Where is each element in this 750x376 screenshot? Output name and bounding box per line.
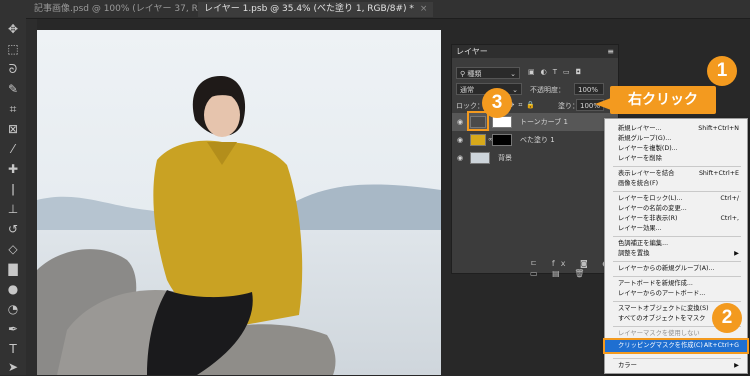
eraser-tool-icon[interactable]: ◇ bbox=[4, 240, 22, 258]
menu-item-new-artboard[interactable]: アートボードを新規作成... bbox=[605, 279, 747, 289]
menu-separator bbox=[613, 301, 741, 302]
menu-item-merge-visible[interactable]: 表示レイヤーを結合 Shift+Ctrl+E bbox=[605, 169, 747, 179]
menu-item-group-from-layers[interactable]: レイヤーからの新規グループ(A)... bbox=[605, 264, 747, 274]
menu-separator bbox=[613, 276, 741, 277]
menu-separator bbox=[613, 261, 741, 262]
menu-item-delete-layer[interactable]: レイヤーを削除 bbox=[605, 154, 747, 164]
callout-arrow bbox=[595, 98, 611, 110]
right-click-callout: 右クリック bbox=[610, 86, 716, 114]
menu-separator bbox=[613, 191, 741, 192]
pen-tool-icon[interactable]: ✒ bbox=[4, 320, 22, 338]
panel-menu-icon[interactable]: ≡ bbox=[603, 45, 614, 58]
menu-separator bbox=[613, 166, 741, 167]
layer-name[interactable]: 背景 bbox=[498, 149, 512, 167]
marquee-tool-icon[interactable]: ⬚ bbox=[4, 40, 22, 58]
menu-item-hide-layer[interactable]: レイヤーを非表示(R) Ctrl+, bbox=[605, 214, 747, 224]
layer-name[interactable]: べた塗り 1 bbox=[520, 131, 555, 149]
chevron-down-icon: ⌄ bbox=[510, 70, 516, 78]
dodge-tool-icon[interactable]: ◔ bbox=[4, 300, 22, 318]
opacity-value: 100% bbox=[578, 86, 599, 94]
panel-title: レイヤー bbox=[456, 47, 488, 56]
layer-mask-thumbnail bbox=[492, 134, 512, 146]
menu-item-new-layer[interactable]: 新規レイヤー... Shift+Ctrl+N bbox=[605, 124, 747, 134]
layer-row-background[interactable]: ◉ 背景 bbox=[452, 149, 618, 167]
opacity-label: 不透明度： bbox=[530, 86, 565, 94]
menu-item-new-group[interactable]: 新規グループ(G)... bbox=[605, 134, 747, 144]
tools-panel: ✥ ⬚ ᘐ ✎ ⌗ ⊠ ⁄ ✚ ǀ ⊥ ↺ ◇ ▇ ● ◔ ✒ T ➤ bbox=[0, 0, 27, 375]
tab-document-2[interactable]: レイヤー 1.psb @ 35.4% (べた塗り 1, RGB/8#) * × bbox=[198, 2, 434, 17]
menu-item-layer-effects[interactable]: レイヤー効果... bbox=[605, 224, 747, 234]
healing-brush-icon[interactable]: ✚ bbox=[4, 160, 22, 178]
chevron-down-icon: ⌄ bbox=[512, 86, 518, 94]
layer-name[interactable]: トーンカーブ 1 bbox=[520, 113, 568, 131]
vertical-ruler bbox=[26, 19, 37, 375]
canvas-photo[interactable] bbox=[37, 30, 441, 375]
filter-kind-value: 種類 bbox=[467, 70, 482, 78]
quick-select-tool-icon[interactable]: ✎ bbox=[4, 80, 22, 98]
lasso-tool-icon[interactable]: ᘐ bbox=[4, 60, 22, 78]
menu-item-replace-adjustment[interactable]: 調整を置換 ▶ bbox=[605, 249, 747, 259]
layers-panel: レイヤー ≡ ⚲ 種類 ⌄ ▣◐T▭◘ 通常 ⌄ 不透明度： 100% ロック： ▧✎… bbox=[451, 44, 619, 278]
history-brush-icon[interactable]: ↺ bbox=[4, 220, 22, 238]
path-select-tool-icon[interactable]: ➤ bbox=[4, 358, 22, 376]
eyedropper-tool-icon[interactable]: ⁄ bbox=[4, 140, 22, 158]
step-badge-1: 1 bbox=[707, 56, 737, 86]
gradient-tool-icon[interactable]: ▇ bbox=[4, 260, 22, 278]
menu-item-artboard-from-layers[interactable]: レイヤーからのアートボード... bbox=[605, 289, 747, 299]
move-tool-icon[interactable]: ✥ bbox=[4, 20, 22, 38]
blend-mode-value: 通常 bbox=[460, 86, 474, 94]
menu-item-lock-layer[interactable]: レイヤーをロック(L)... Ctrl+/ bbox=[605, 194, 747, 204]
filter-kind-select[interactable]: ⚲ 種類 ⌄ bbox=[456, 67, 520, 79]
eye-icon[interactable]: ◉ bbox=[455, 131, 465, 149]
crop-tool-icon[interactable]: ⌗ bbox=[4, 100, 22, 118]
step-badge-3: 3 bbox=[482, 88, 512, 118]
menu-item-duplicate-layer[interactable]: レイヤーを複製(D)... bbox=[605, 144, 747, 154]
layer-row-fill[interactable]: ◉ ∞ べた塗り 1 bbox=[452, 131, 618, 149]
frame-tool-icon[interactable]: ⊠ bbox=[4, 120, 22, 138]
brush-tool-icon[interactable]: ǀ bbox=[4, 180, 22, 198]
fill-color-thumbnail bbox=[470, 134, 486, 146]
tab-label: レイヤー 1.psb @ 35.4% (べた塗り 1, RGB/8#) * bbox=[204, 4, 414, 14]
photo-woman-seaside bbox=[37, 30, 441, 375]
menu-item-rename-layer[interactable]: レイヤーの名前の変更... bbox=[605, 204, 747, 214]
stamp-tool-icon[interactable]: ⊥ bbox=[4, 200, 22, 218]
blur-tool-icon[interactable]: ● bbox=[4, 280, 22, 298]
eye-icon[interactable]: ◉ bbox=[455, 113, 465, 131]
background-thumbnail bbox=[470, 152, 490, 164]
chevron-right-icon: ▶ bbox=[734, 362, 739, 369]
lock-label: ロック： bbox=[456, 102, 484, 110]
step-badge-2: 2 bbox=[712, 303, 742, 333]
menu-separator bbox=[613, 358, 741, 359]
menu-separator bbox=[613, 236, 741, 237]
menu-item-create-clipping-mask[interactable]: クリッピングマスクを作成(C) Alt+Ctrl+G bbox=[603, 338, 749, 354]
panel-header: レイヤー ≡ bbox=[452, 45, 618, 58]
opacity-field[interactable]: 100% bbox=[574, 83, 604, 95]
type-tool-icon[interactable]: T bbox=[4, 340, 22, 358]
chevron-right-icon: ▶ bbox=[734, 250, 739, 257]
filter-icons[interactable]: ▣◐T▭◘ bbox=[528, 68, 587, 76]
highlight-box-curves-icon bbox=[467, 111, 489, 131]
context-menu: 新規レイヤー... Shift+Ctrl+N 新規グループ(G)... レイヤーを… bbox=[603, 118, 749, 374]
menu-item-color[interactable]: カラー ▶ bbox=[605, 361, 747, 371]
menu-item-flatten-image[interactable]: 画像を統合(F) bbox=[605, 179, 747, 189]
document-tab-bar: 記事画像.psd @ 100% (レイヤー 37, RGB/8#) *× レイヤ… bbox=[26, 0, 750, 19]
close-icon[interactable]: × bbox=[420, 4, 428, 14]
menu-item-edit-adjustment[interactable]: 色調補正を編集... bbox=[605, 239, 747, 249]
eye-icon[interactable]: ◉ bbox=[455, 149, 465, 167]
